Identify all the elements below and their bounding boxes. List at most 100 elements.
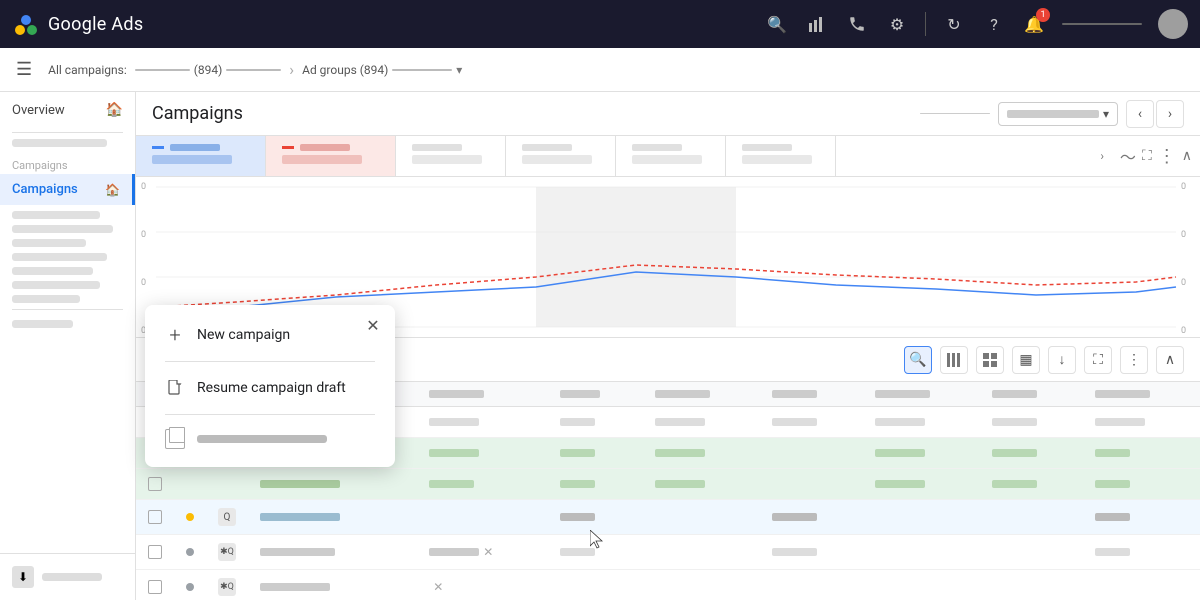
- metric-6-value: [742, 155, 812, 164]
- row-checkbox[interactable]: [148, 580, 162, 594]
- top-nav-right: 🔍 ⚙ ↻ ? 🔔 1: [765, 9, 1188, 39]
- metric-4-label: [522, 144, 572, 151]
- row-checkbox[interactable]: [148, 545, 162, 559]
- notification-nav-icon[interactable]: 🔔 1: [1022, 12, 1046, 36]
- chart-metric-5[interactable]: [616, 136, 726, 176]
- cell-x-icon: ✕: [483, 545, 493, 559]
- row-checkbox[interactable]: [148, 510, 162, 524]
- campaigns-item-label: Campaigns: [12, 182, 78, 197]
- table-bar-button[interactable]: ▦: [1012, 346, 1040, 374]
- campaign-type-icon-2: ✱Q: [218, 543, 236, 561]
- sidebar-bottom-icon[interactable]: ⬇: [12, 566, 34, 588]
- overview-home-icon: 🏠: [106, 102, 123, 118]
- cell-name-line: [260, 548, 335, 556]
- th-col2[interactable]: [417, 382, 548, 407]
- header-dropdown[interactable]: ▾: [998, 102, 1118, 126]
- settings-nav-icon[interactable]: ⚙: [885, 12, 909, 36]
- sidebar-placeholder-1: [12, 139, 107, 147]
- svg-text:0: 0: [141, 230, 146, 240]
- table-search-button[interactable]: 🔍: [904, 346, 932, 374]
- th-col3[interactable]: [548, 382, 643, 407]
- th-col4[interactable]: [643, 382, 760, 407]
- chart-more-icon[interactable]: ⋮: [1158, 146, 1176, 167]
- sidebar-ph-9: [12, 320, 73, 328]
- breadcrumb-separator: ›: [289, 60, 294, 79]
- campaigns-home-icon: 🏠: [105, 183, 120, 197]
- resume-draft-item[interactable]: Resume campaign draft: [145, 366, 395, 410]
- campaigns-count: (894): [194, 63, 223, 77]
- table-more-button[interactable]: ⋮: [1120, 346, 1148, 374]
- sidebar-overview-item[interactable]: Overview 🏠: [0, 92, 135, 128]
- sidebar-divider-2: [12, 309, 123, 310]
- header-filter-line: [920, 113, 990, 114]
- overview-label: Overview: [12, 103, 65, 118]
- metric-4-value: [522, 155, 592, 164]
- th-col8[interactable]: [1083, 382, 1200, 407]
- campaign-type-icon: Q: [218, 508, 236, 526]
- chart-fullscreen-icon[interactable]: ⛶: [1142, 148, 1152, 164]
- th-col7[interactable]: [980, 382, 1082, 407]
- svg-text:0: 0: [1181, 182, 1186, 192]
- top-nav: Google Ads 🔍 ⚙ ↻ ? 🔔 1: [0, 0, 1200, 48]
- refresh-nav-icon[interactable]: ↻: [942, 12, 966, 36]
- help-nav-icon[interactable]: ?: [982, 12, 1006, 36]
- cell-value-with-icon-2: ✕: [429, 580, 536, 594]
- next-arrow-button[interactable]: ›: [1156, 100, 1184, 128]
- search-nav-icon[interactable]: 🔍: [765, 12, 789, 36]
- metric-3-value: [412, 155, 482, 164]
- page-header-right: ▾: [920, 102, 1118, 126]
- chart-metric-blue-card[interactable]: [136, 136, 266, 176]
- file-icon: [165, 378, 185, 398]
- copy-icon: [165, 429, 185, 449]
- chart-metric-6[interactable]: [726, 136, 836, 176]
- table-columns-button[interactable]: [940, 346, 968, 374]
- table-expand-button[interactable]: ⛶: [1084, 346, 1112, 374]
- hamburger-menu-icon[interactable]: ☰: [16, 59, 32, 80]
- chart-metric-red-card[interactable]: [266, 136, 396, 176]
- breadcrumb-line-3: [392, 69, 452, 71]
- breadcrumb-line-1: [135, 69, 190, 71]
- chart-collapse-icon[interactable]: ∧: [1182, 148, 1192, 164]
- prev-arrow-button[interactable]: ‹: [1126, 100, 1154, 128]
- chart-line-icon[interactable]: 〜: [1120, 144, 1136, 168]
- metric-blue-value: [152, 155, 232, 164]
- adgroups-label: Ad groups (894): [302, 63, 388, 77]
- breadcrumb-campaigns: (894): [135, 63, 282, 77]
- chart-metric-4[interactable]: [506, 136, 616, 176]
- row-checkbox[interactable]: [148, 477, 162, 491]
- chart-expand-btn[interactable]: ›: [1092, 136, 1112, 176]
- sidebar-campaigns-group[interactable]: Campaigns: [0, 153, 135, 174]
- table-collapse-button[interactable]: ∧: [1156, 346, 1184, 374]
- chart-nav-icon[interactable]: [805, 12, 829, 36]
- metric-5-label: [632, 144, 682, 151]
- svg-text:0: 0: [1181, 326, 1186, 336]
- breadcrumb-adgroups-dropdown[interactable]: Ad groups (894) ▾: [302, 63, 462, 77]
- sidebar-bottom-label: [42, 573, 102, 581]
- table-toolbar-right: 🔍 ▦ ↓ ⛶ ⋮ ∧: [904, 346, 1184, 374]
- chart-metric-3[interactable]: [396, 136, 506, 176]
- th-col6[interactable]: [863, 382, 980, 407]
- chevron-down-icon: ▾: [456, 63, 462, 77]
- popup-close-button[interactable]: ✕: [361, 313, 385, 337]
- svg-text:0: 0: [1181, 278, 1186, 288]
- new-campaign-item[interactable]: + New campaign: [145, 313, 395, 357]
- sidebar-ph-4: [12, 239, 86, 247]
- phone-nav-icon[interactable]: [845, 12, 869, 36]
- sidebar-ph-6: [12, 267, 93, 275]
- sidebar-campaigns-item[interactable]: Campaigns 🏠: [0, 174, 135, 205]
- chart-metrics-bar: › 〜 ⛶ ⋮ ∧: [136, 136, 1200, 177]
- table-download-button[interactable]: ↓: [1048, 346, 1076, 374]
- cell-name-line: [260, 480, 340, 488]
- sidebar-ph-7: [12, 281, 100, 289]
- new-campaign-popup: ✕ + New campaign Resume campaign draft: [145, 305, 395, 467]
- user-avatar[interactable]: [1158, 9, 1188, 39]
- th-col5[interactable]: [760, 382, 862, 407]
- dropdown-chevron-icon: ▾: [1103, 107, 1109, 121]
- popup-divider-1: [165, 361, 375, 362]
- sidebar-ph-8: [12, 295, 80, 303]
- svg-text:0: 0: [141, 182, 146, 192]
- copy-campaign-item[interactable]: [145, 419, 395, 459]
- table-grid-button[interactable]: [976, 346, 1004, 374]
- table-row: ✱Q ✕: [136, 570, 1200, 600]
- logo-area: Google Ads: [12, 10, 143, 38]
